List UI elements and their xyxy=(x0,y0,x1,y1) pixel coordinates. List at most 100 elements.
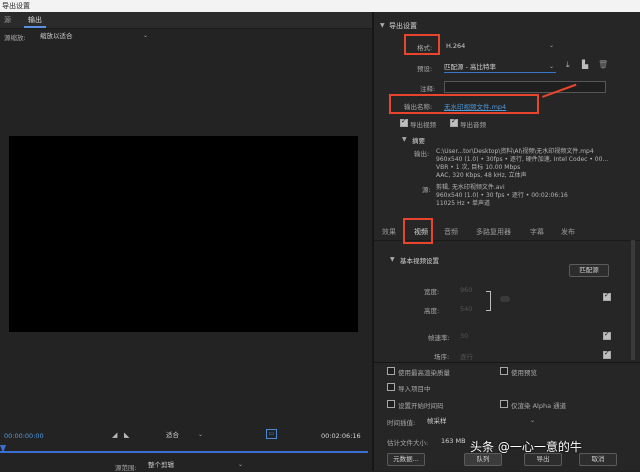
watermark-text: 头条 @一心一意的牛 xyxy=(470,440,582,454)
match-source-button[interactable]: 匹配源 xyxy=(569,264,609,277)
save-preset-icon[interactable]: ⤓ xyxy=(566,60,570,70)
frame-rate-label: 帧速率: xyxy=(428,334,450,342)
timecode-end: 00:02:06:16 xyxy=(321,432,361,440)
width-label: 宽度: xyxy=(424,288,440,296)
source-scale-value: 缩放以适合 xyxy=(40,32,73,40)
max-render-checkbox[interactable] xyxy=(387,367,395,375)
video-preview xyxy=(9,136,358,332)
summary-output-line: VBR • 1 次, 目标 10.00 Mbps xyxy=(436,164,521,171)
chevron-down-icon: ⌄ xyxy=(142,32,148,39)
summary-output-line: 960x540 (1.0) • 30fps • 逐行, 硬件加速, Intel … xyxy=(436,156,609,163)
export-audio-label: 导出音频 xyxy=(460,121,486,129)
import-preset-icon[interactable]: ▙ xyxy=(582,60,588,69)
preset-dropdown[interactable]: 匹配源 - 高比特率 ⌄ xyxy=(444,62,556,73)
delete-preset-icon[interactable]: 🗑 xyxy=(598,60,608,69)
format-highlight-box xyxy=(404,34,440,55)
timeline-scrubber[interactable] xyxy=(0,451,368,453)
interpolation-label: 时间插值: xyxy=(387,419,416,427)
comment-label: 注释: xyxy=(420,85,436,93)
aspect-link-bracket xyxy=(486,291,491,311)
summary-title: 摘要 xyxy=(412,137,425,145)
start-timecode-checkbox[interactable] xyxy=(387,400,395,408)
aspect-ratio-icon[interactable]: ▭ xyxy=(266,429,277,439)
out-point-icon[interactable]: ◣ xyxy=(124,431,129,439)
window-title: 导出设置 xyxy=(2,2,30,10)
interpolation-dropdown[interactable]: 帧采样 ⌄ xyxy=(427,416,537,426)
import-project-checkbox[interactable] xyxy=(387,383,395,391)
expand-triangle-icon[interactable]: ▼ xyxy=(380,22,385,29)
chevron-down-icon: ⌄ xyxy=(548,63,554,70)
summary-source-lines: 剪辑, 无水印视频文件.avi 960x540 (1.0) • 30 fps •… xyxy=(436,184,632,208)
preview-tabs: 源 输出 xyxy=(0,12,372,29)
in-point-icon[interactable]: ◢ xyxy=(112,431,117,439)
summary-output-line: C:\User...tor\Desktop\资料\AI\视频\无水印视频文件.m… xyxy=(436,148,594,155)
fit-value: 适合 xyxy=(166,431,179,439)
preset-value: 匹配源 - 高比特率 xyxy=(444,63,496,71)
export-video-checkbox[interactable] xyxy=(400,117,408,127)
tab-output[interactable]: 输出 xyxy=(28,15,42,25)
source-range-dropdown[interactable]: 整个剪辑 ⌄ xyxy=(148,460,244,470)
frame-rate-value[interactable]: 30 xyxy=(460,332,468,340)
use-preview-checkbox[interactable] xyxy=(500,367,508,375)
filesize-value: 163 MB xyxy=(441,437,466,445)
frame-rate-checkbox[interactable] xyxy=(603,330,611,340)
cancel-button[interactable]: 取消 xyxy=(579,453,617,466)
preset-label: 预设: xyxy=(417,65,433,73)
summary-output-line: AAC, 320 Kbps, 48 kHz, 立体声 xyxy=(436,172,527,179)
tab-effects[interactable]: 效果 xyxy=(382,227,396,237)
video-tab-highlight-box xyxy=(403,218,433,244)
width-value[interactable]: 960 xyxy=(460,286,472,294)
use-preview-label: 使用预览 xyxy=(511,369,537,377)
summary-source-line: 960x540 (1.0) • 30 fps • 逐行 • 00:02:06:1… xyxy=(436,192,568,199)
fit-dropdown[interactable]: 适合 ⌄ xyxy=(166,430,204,440)
source-range-value: 整个剪辑 xyxy=(148,461,174,469)
source-scale-label: 源缩放: xyxy=(4,34,26,42)
summary-source-line: 剪辑, 无水印视频文件.avi xyxy=(436,184,505,191)
active-tab-indicator xyxy=(24,26,46,28)
timeline-area: 00:00:00:00 ◢ ◣ 适合 ⌄ ▭ 00:02:06:16 源范围: … xyxy=(0,425,372,472)
metadata-button[interactable]: 元数据... xyxy=(387,453,425,466)
cancel-label: 取消 xyxy=(591,455,605,463)
filesize-label: 估计文件大小: xyxy=(387,439,429,447)
alpha-only-checkbox[interactable] xyxy=(500,400,508,408)
height-value[interactable]: 540 xyxy=(460,305,472,313)
format-value: H.264 xyxy=(446,42,466,50)
metadata-label: 元数据... xyxy=(393,455,419,463)
expand-triangle-icon[interactable]: ▼ xyxy=(390,256,395,263)
scrollbar[interactable] xyxy=(631,240,635,360)
export-video-label: 导出视频 xyxy=(410,121,436,129)
chevron-down-icon: ⌄ xyxy=(548,42,554,49)
width-height-checkbox[interactable] xyxy=(603,291,611,301)
chain-link-icon[interactable] xyxy=(500,296,510,302)
divider xyxy=(374,362,640,363)
interpolation-value: 帧采样 xyxy=(427,417,447,425)
field-order-value[interactable]: 逐行 xyxy=(460,351,473,361)
tab-publish[interactable]: 发布 xyxy=(561,227,575,237)
summary-source-label: 源: xyxy=(422,186,431,194)
format-dropdown[interactable]: H.264 ⌄ xyxy=(446,41,556,51)
source-scale-dropdown[interactable]: 缩放以适合 ⌄ xyxy=(40,31,150,41)
tab-captions[interactable]: 字幕 xyxy=(530,227,544,237)
tab-source[interactable]: 源 xyxy=(4,15,11,25)
title-bar: 导出设置 xyxy=(0,0,640,12)
output-name-highlight-box xyxy=(389,94,539,114)
export-label: 导出 xyxy=(536,455,550,463)
chevron-down-icon: ⌄ xyxy=(529,417,535,424)
video-settings-title: 基本视频设置 xyxy=(400,257,439,265)
export-audio-checkbox[interactable] xyxy=(450,117,458,127)
comment-input[interactable] xyxy=(444,81,606,93)
import-project-label: 导入项目中 xyxy=(398,385,431,393)
source-scale-row: 源缩放: 缩放以适合 ⌄ xyxy=(0,29,372,43)
max-render-label: 使用最高渲染质量 xyxy=(398,369,450,377)
tab-multiplexer[interactable]: 多路复用器 xyxy=(476,227,511,237)
height-label: 高度: xyxy=(424,307,440,315)
tab-audio[interactable]: 音频 xyxy=(444,227,458,237)
expand-triangle-icon[interactable]: ▼ xyxy=(402,136,407,143)
timecode-start[interactable]: 00:00:00:00 xyxy=(4,432,44,440)
export-settings-header: 导出设置 xyxy=(389,22,417,30)
start-timecode-label: 设置开始时间码 xyxy=(398,402,444,410)
alpha-only-label: 仅渲染 Alpha 通道 xyxy=(511,402,567,410)
field-order-label: 场序: xyxy=(434,353,450,361)
field-order-checkbox[interactable] xyxy=(603,349,611,359)
summary-source-line: 11025 Hz • 单声道 xyxy=(436,200,491,207)
